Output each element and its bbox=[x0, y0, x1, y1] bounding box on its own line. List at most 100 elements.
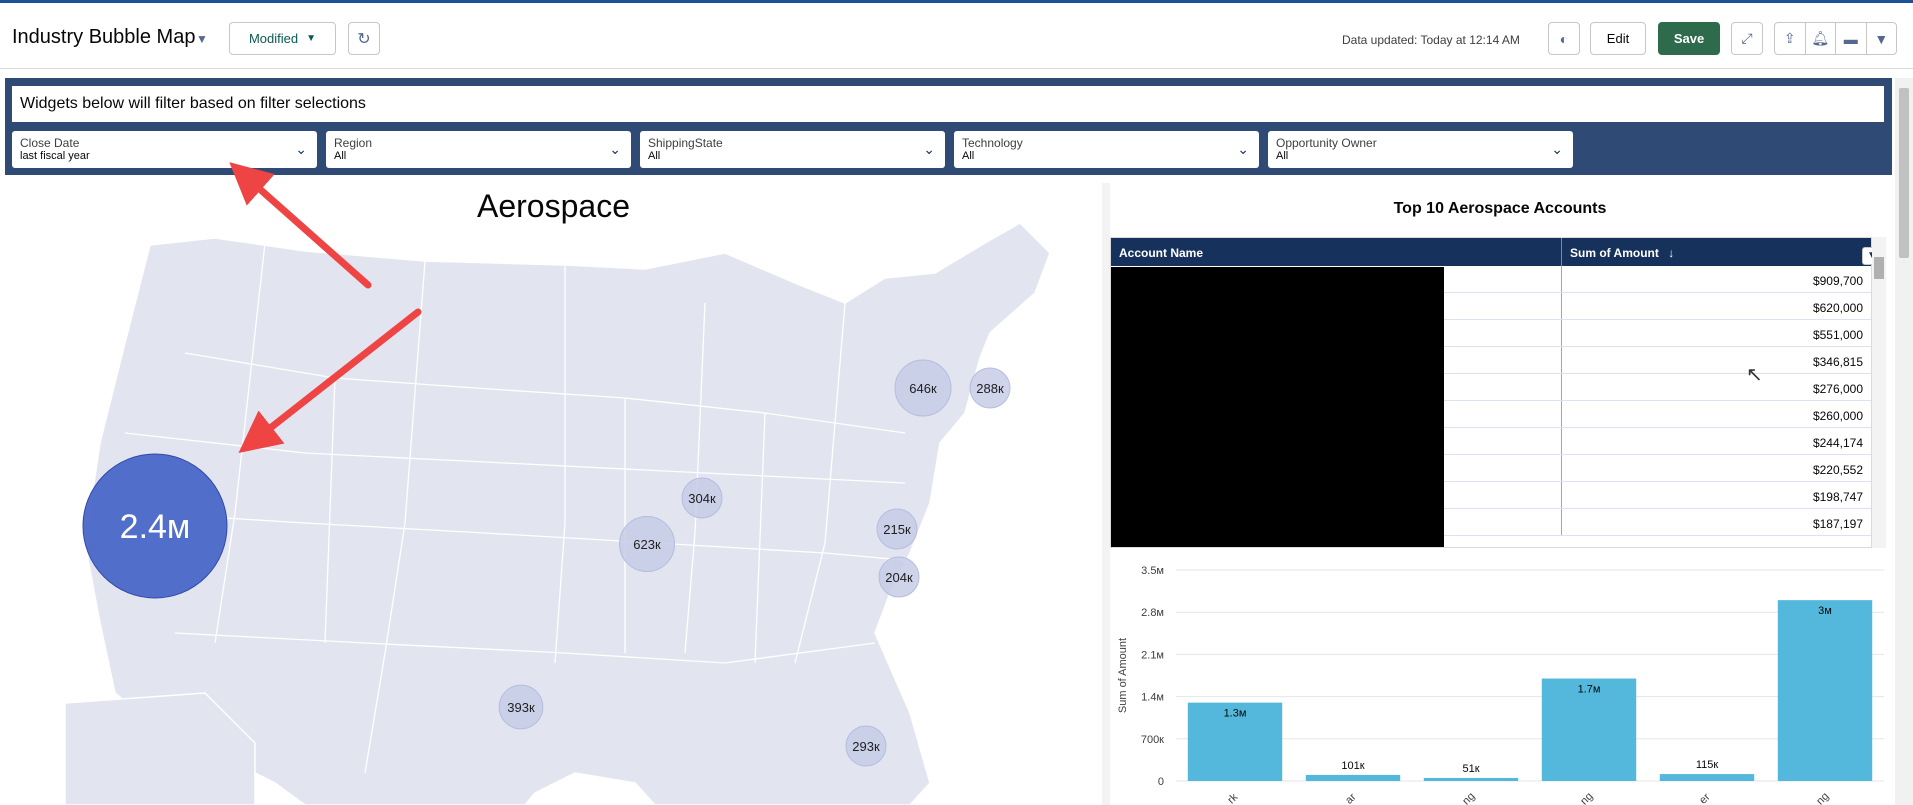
bubble-label: 2.4м bbox=[120, 508, 191, 546]
table-scrollbar[interactable] bbox=[1872, 237, 1886, 548]
bar-data-label: 1.7м bbox=[1578, 684, 1601, 696]
bubble-label: 288к bbox=[976, 381, 1004, 396]
x-tick-label: ng bbox=[1578, 790, 1595, 805]
dashboard-title: Industry Bubble Map bbox=[12, 26, 196, 48]
x-tick-label: er bbox=[1697, 791, 1713, 805]
bar[interactable] bbox=[1423, 777, 1519, 781]
filter-opportunity-owner[interactable]: Opportunity Owner All ⌄ bbox=[1268, 131, 1573, 168]
amount-cell: $909,700 bbox=[1812, 274, 1863, 288]
filter-label: ShippingState bbox=[648, 136, 723, 150]
amount-cell: $260,000 bbox=[1812, 409, 1863, 423]
x-tick-label: ar bbox=[1343, 791, 1359, 805]
filter-region[interactable]: Region All ⌄ bbox=[326, 131, 631, 168]
map-title: Aerospace bbox=[477, 188, 630, 224]
chevron-down-icon: ⌄ bbox=[1551, 141, 1563, 157]
page-scrollbar[interactable] bbox=[1895, 78, 1913, 805]
mouse-cursor-icon: ↖ bbox=[1746, 364, 1763, 386]
accounts-table[interactable]: Account Name Sum of Amount ↓ $909,700 $62… bbox=[1110, 237, 1872, 548]
amount-cell: $346,815 bbox=[1812, 355, 1863, 369]
share-icon[interactable]: ⇪ bbox=[1775, 23, 1806, 54]
bar-data-label: 3м bbox=[1818, 605, 1832, 617]
bubble-label: 646к bbox=[909, 381, 937, 396]
filter-label: Technology bbox=[962, 136, 1023, 150]
y-tick-label: 1.4м bbox=[1141, 692, 1164, 704]
theme-button[interactable]: ◐ bbox=[1548, 22, 1580, 55]
chevron-down-icon: ⌄ bbox=[1237, 141, 1249, 157]
bubble-label: 393к bbox=[507, 700, 535, 715]
edit-button[interactable]: Edit bbox=[1590, 22, 1646, 55]
bubble-label: 204к bbox=[885, 570, 913, 585]
page-scroll-thumb[interactable] bbox=[1899, 88, 1909, 258]
dashboard-header: Industry Bubble Map ▼ Modified ▼ ↻ Data … bbox=[0, 3, 1913, 69]
bar-data-label: 1.3м bbox=[1224, 708, 1247, 720]
filter-value: All bbox=[962, 150, 975, 162]
filter-label: Close Date bbox=[20, 136, 80, 150]
y-tick-label: 2.8м bbox=[1141, 607, 1164, 619]
filter-value: last fiscal year bbox=[20, 150, 90, 162]
y-tick-label: 2.1м bbox=[1141, 649, 1164, 661]
filter-label: Region bbox=[334, 136, 373, 150]
folder-icon[interactable]: ▬ bbox=[1836, 23, 1867, 54]
bubble-map-widget: 2.4м 646к 288к 623к 304к 215к 204к 393к 293к Aer… bbox=[5, 183, 1102, 805]
refresh-icon: ↻ bbox=[357, 30, 371, 48]
expand-icon: ⤢ bbox=[1741, 30, 1753, 46]
bar-data-label: 101к bbox=[1341, 760, 1364, 772]
y-axis-label: Sum of Amount bbox=[1117, 638, 1129, 713]
x-tick-label: ng bbox=[1814, 790, 1831, 805]
title-dropdown-icon[interactable]: ▼ bbox=[196, 32, 208, 46]
save-button[interactable]: Save bbox=[1658, 22, 1720, 55]
bar-chart[interactable]: 3.5м 2.8м 2.1м 1.4м 700к 0 Sum of Amount 1.3м rk… bbox=[1110, 555, 1892, 805]
refresh-button[interactable]: ↻ bbox=[348, 22, 380, 55]
y-tick-label: 3.5м bbox=[1141, 565, 1164, 577]
filter-close-date[interactable]: Close Date last fiscal year ⌄ bbox=[12, 131, 317, 168]
bell-icon[interactable]: 🔔︎ bbox=[1806, 23, 1836, 54]
bar[interactable] bbox=[1777, 600, 1873, 781]
scroll-thumb[interactable] bbox=[1874, 257, 1884, 279]
us-map[interactable]: 2.4м 646к 288к 623к 304к 215к 204к 393к 293к bbox=[5, 183, 1102, 805]
column-header-amount[interactable]: Sum of Amount ↓ bbox=[1562, 238, 1871, 266]
filter-note: Widgets below will filter based on filte… bbox=[12, 86, 1884, 122]
bubble-label: 304к bbox=[688, 491, 716, 506]
chevron-down-icon: ⌄ bbox=[609, 141, 621, 157]
x-tick-label: ng bbox=[1460, 790, 1477, 805]
filter-technology[interactable]: Technology All ⌄ bbox=[954, 131, 1259, 168]
more-chevron-icon[interactable]: ▼ bbox=[1867, 23, 1897, 54]
bubble-label: 293к bbox=[852, 739, 880, 754]
bubble-label: 623к bbox=[633, 537, 661, 552]
amount-cell: $187,197 bbox=[1812, 517, 1863, 531]
filter-value: All bbox=[1276, 150, 1289, 162]
bar-data-label: 115к bbox=[1696, 759, 1719, 771]
chevron-down-icon: ⌄ bbox=[295, 141, 307, 157]
sort-desc-icon: ↓ bbox=[1668, 246, 1675, 260]
filter-panel: Widgets below will filter based on filte… bbox=[5, 78, 1892, 175]
fullscreen-button[interactable]: ⤢ bbox=[1731, 22, 1763, 55]
chevron-down-icon: ⌄ bbox=[923, 141, 935, 157]
filter-shipping-state[interactable]: ShippingState All ⌄ bbox=[640, 131, 945, 168]
redacted-block bbox=[1111, 267, 1444, 547]
data-updated-text: Data updated: Today at 12:14 AM bbox=[1342, 33, 1520, 47]
amount-cell: $620,000 bbox=[1812, 301, 1863, 315]
y-tick-label: 0 bbox=[1158, 776, 1164, 788]
amount-header-label: Sum of Amount bbox=[1570, 246, 1659, 260]
modified-label: Modified bbox=[248, 31, 299, 46]
amount-cell: $220,552 bbox=[1812, 463, 1863, 477]
bar-chart-widget: 3.5м 2.8м 2.1м 1.4м 700к 0 Sum of Amount 1.3м rk… bbox=[1110, 555, 1892, 805]
bubble-label: 215к bbox=[883, 522, 911, 537]
filter-label: Opportunity Owner bbox=[1276, 136, 1377, 150]
bar[interactable] bbox=[1659, 774, 1755, 781]
x-tick-label: rk bbox=[1225, 791, 1240, 805]
bar-data-label: 51к bbox=[1462, 763, 1479, 775]
filter-value: All bbox=[648, 150, 661, 162]
table-header-row: Account Name Sum of Amount ↓ bbox=[1111, 238, 1871, 266]
filter-value: All bbox=[334, 150, 347, 162]
widget-gutter bbox=[1102, 183, 1110, 805]
amount-cell: $198,747 bbox=[1812, 490, 1863, 504]
amount-cell: $276,000 bbox=[1812, 382, 1863, 396]
y-tick-label: 700к bbox=[1141, 734, 1164, 746]
modified-button[interactable]: Modified ▼ bbox=[229, 22, 336, 55]
action-button-group: ⇪ 🔔︎ ▬ ▼ bbox=[1774, 22, 1897, 55]
chevron-down-icon: ▼ bbox=[306, 33, 317, 44]
column-header-account[interactable]: Account Name bbox=[1111, 238, 1562, 266]
bar[interactable] bbox=[1305, 774, 1401, 781]
table-title: Top 10 Aerospace Accounts bbox=[1393, 200, 1607, 217]
